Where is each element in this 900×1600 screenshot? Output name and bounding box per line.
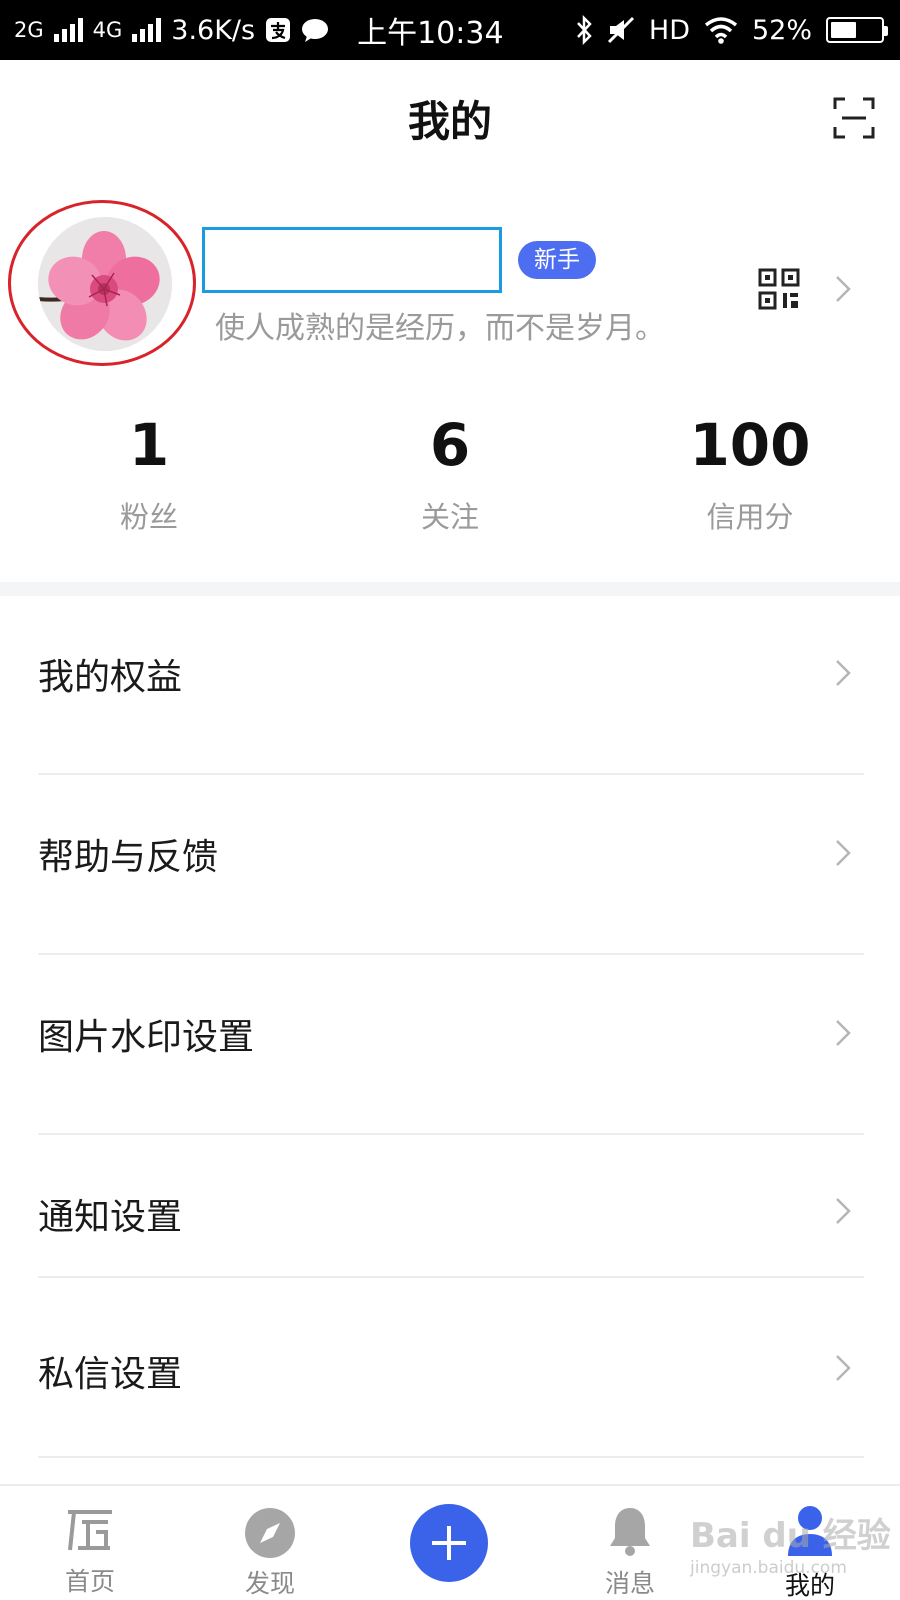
- tab-discover[interactable]: 发现: [210, 1486, 330, 1600]
- level-badge: 新手: [518, 241, 596, 279]
- tab-home[interactable]: 首页: [30, 1486, 150, 1600]
- watermark-url: jingyan.baidu.com: [690, 1558, 847, 1578]
- menu-item-benefits[interactable]: 我的权益: [0, 596, 900, 756]
- watermark-logo: Bai du 经验: [690, 1516, 891, 1556]
- bluetooth-icon: [575, 15, 593, 45]
- menu-divider: [38, 1133, 864, 1135]
- title-bar: 我的: [0, 60, 900, 178]
- qr-code-icon: [758, 268, 800, 310]
- status-bar: 2G 4G 3.6K/s 上午10:34 HD 52%: [0, 0, 900, 60]
- compass-icon: [245, 1508, 295, 1558]
- stat-value: 100: [689, 411, 811, 479]
- stat-label: 粉丝: [119, 500, 178, 534]
- create-post-button[interactable]: [410, 1504, 488, 1582]
- network-label-2: 4G: [92, 18, 123, 42]
- section-divider: [0, 582, 900, 596]
- bell-icon: [610, 1508, 650, 1556]
- menu-item-notification-settings[interactable]: 通知设置: [0, 1136, 900, 1276]
- username-highlight-box[interactable]: [202, 227, 502, 293]
- page-title: 我的: [407, 97, 492, 146]
- signal-icon-2: [132, 18, 162, 42]
- chevron-right-icon: [836, 1020, 851, 1046]
- menu-item-label: 通知设置: [38, 1197, 183, 1238]
- battery-icon: [826, 17, 888, 43]
- stat-fans[interactable]: 1 粉丝: [49, 410, 249, 536]
- menu-item-help-feedback[interactable]: 帮助与反馈: [0, 776, 900, 936]
- profile-bio: 使人成熟的是经历，而不是岁月。: [215, 311, 665, 346]
- tab-messages[interactable]: 消息: [570, 1486, 690, 1600]
- menu-item-watermark-settings[interactable]: 图片水印设置: [0, 956, 900, 1116]
- tab-label: 首页: [64, 1567, 115, 1596]
- scan-button[interactable]: [832, 96, 876, 140]
- tab-label: 消息: [604, 1569, 655, 1598]
- stat-value: 1: [128, 411, 170, 479]
- stat-credit-score[interactable]: 100 信用分: [650, 410, 850, 536]
- menu-item-label: 帮助与反馈: [38, 837, 219, 878]
- scan-icon: [833, 97, 875, 139]
- alipay-icon: [265, 17, 291, 43]
- stat-label: 信用分: [706, 500, 794, 534]
- menu-item-label: 图片水印设置: [38, 1017, 255, 1058]
- chevron-right-icon: [836, 660, 851, 686]
- network-speed: 3.6K/s: [171, 14, 256, 46]
- avatar-area[interactable]: [8, 200, 196, 366]
- menu-divider: [38, 773, 864, 775]
- chevron-right-icon: [836, 1355, 851, 1381]
- status-right: HD 52%: [575, 0, 888, 60]
- status-time: 上午10:34: [357, 16, 504, 51]
- chevron-right-icon: [836, 1198, 851, 1224]
- tab-label: 发现: [244, 1569, 295, 1598]
- menu-divider: [38, 953, 864, 955]
- qr-code-button[interactable]: [758, 268, 800, 310]
- plus-icon: [432, 1526, 466, 1560]
- mute-icon: [607, 16, 635, 44]
- menu-item-message-settings[interactable]: 私信设置: [0, 1279, 900, 1439]
- battery-percent: 52%: [751, 14, 812, 46]
- home-icon: [68, 1510, 112, 1551]
- annotation-circle: [8, 200, 196, 366]
- chat-bubble-icon: [301, 17, 329, 43]
- stat-following[interactable]: 6 关注: [350, 410, 550, 536]
- status-left: 2G 4G 3.6K/s 上午10:34: [14, 0, 504, 60]
- hd-label: HD: [648, 14, 690, 46]
- menu-item-label: 我的权益: [38, 657, 183, 698]
- menu-divider: [38, 1456, 864, 1458]
- menu-divider: [38, 1276, 864, 1278]
- wifi-icon: [704, 16, 738, 44]
- network-label-1: 2G: [14, 18, 44, 42]
- stat-value: 6: [429, 411, 471, 479]
- menu-item-label: 私信设置: [38, 1354, 183, 1395]
- profile-chevron-right-icon[interactable]: [834, 274, 852, 304]
- chevron-right-icon: [836, 840, 851, 866]
- signal-icon: [53, 18, 83, 42]
- stat-label: 关注: [420, 500, 479, 534]
